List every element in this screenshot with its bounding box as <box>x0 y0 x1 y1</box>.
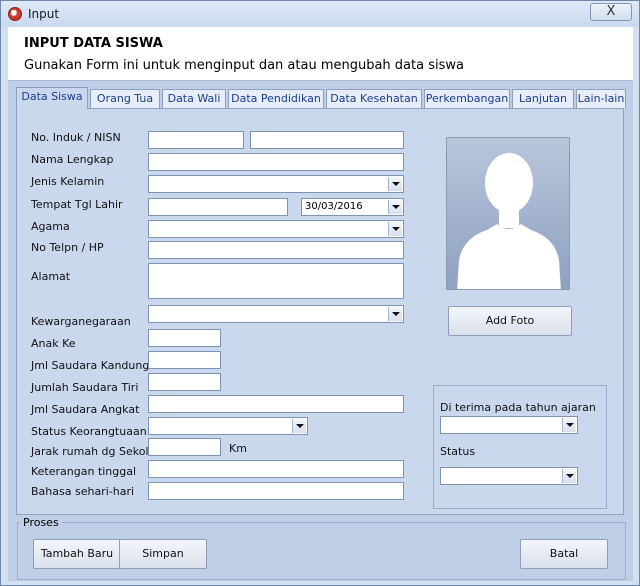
tab-perkembangan[interactable]: Perkembangan <box>424 89 510 108</box>
add-photo-button[interactable]: Add Foto <box>448 306 572 336</box>
chevron-down-icon[interactable] <box>388 307 402 321</box>
proses-label: Proses <box>20 516 62 529</box>
alamat-textarea[interactable] <box>148 263 404 299</box>
label-telp: No Telpn / HP <box>31 241 104 254</box>
saudara-tiri-field[interactable] <box>148 373 221 391</box>
tab-lain-lain[interactable]: Lain-lain <box>576 89 626 108</box>
tab-lanjutan[interactable]: Lanjutan <box>512 89 574 108</box>
chevron-down-icon[interactable] <box>388 222 402 236</box>
label-nisn: No. Induk / NISN <box>31 131 121 144</box>
tab-orang-tua[interactable]: Orang Tua <box>90 89 160 108</box>
tab-data-siswa[interactable]: Data Siswa <box>16 87 88 109</box>
label-tahun-ajaran: Di terima pada tahun ajaran <box>440 401 596 414</box>
window-title: Input <box>28 7 60 21</box>
nisn-field[interactable] <box>250 131 404 149</box>
tab-data-wali[interactable]: Data Wali <box>162 89 226 108</box>
tempat-lahir-field[interactable] <box>148 198 288 216</box>
jenis-kelamin-select[interactable] <box>148 175 404 193</box>
close-button[interactable]: X <box>590 3 632 21</box>
anak-ke-field[interactable] <box>148 329 221 347</box>
label-saudara-tiri: Jumlah Saudara Tiri <box>31 381 139 394</box>
status-select[interactable] <box>440 467 578 485</box>
label-alamat: Alamat <box>31 270 71 283</box>
label-jenis-kelamin: Jenis Kelamin <box>31 175 105 188</box>
simpan-button[interactable]: Simpan <box>119 539 207 569</box>
label-bahasa: Bahasa sehari-hari <box>31 485 135 498</box>
tambah-baru-button[interactable]: Tambah Baru <box>33 539 121 569</box>
page-title: INPUT DATA SISWA <box>24 36 163 51</box>
telp-field[interactable] <box>148 241 404 259</box>
chevron-down-icon[interactable] <box>562 469 576 483</box>
app-icon <box>8 7 22 21</box>
student-photo <box>446 137 570 290</box>
nama-field[interactable] <box>148 153 404 171</box>
tab-data-kesehatan[interactable]: Data Kesehatan <box>326 89 422 108</box>
nisn-induk-field[interactable] <box>148 131 244 149</box>
label-anak-ke: Anak Ke <box>31 337 76 350</box>
page-subtitle: Gunakan Form ini untuk menginput dan ata… <box>24 58 464 73</box>
title-bar: Input X <box>1 1 639 27</box>
tanggal-lahir-value: 30/03/2016 <box>305 201 363 212</box>
label-ttl: Tempat Tgl Lahir <box>31 198 123 211</box>
label-keterangan: Keterangan tinggal <box>31 465 137 478</box>
saudara-kandung-field[interactable] <box>148 351 221 369</box>
form-body: INPUT DATA SISWA Gunakan Form ini untuk … <box>8 27 633 581</box>
keterangan-field[interactable] <box>148 460 404 478</box>
label-agama: Agama <box>31 220 70 233</box>
chevron-down-icon[interactable] <box>292 419 306 433</box>
jarak-unit-label: Km <box>229 442 247 455</box>
tahun-ajaran-select[interactable] <box>440 416 578 434</box>
chevron-down-icon[interactable] <box>388 177 402 191</box>
tanggal-lahir-picker[interactable]: 30/03/2016 <box>301 198 404 216</box>
person-silhouette-icon <box>457 153 561 289</box>
status-keorangtuaan-select[interactable] <box>148 417 308 435</box>
bahasa-field[interactable] <box>148 482 404 500</box>
form-header: INPUT DATA SISWA Gunakan Form ini untuk … <box>8 27 633 81</box>
label-saudara-angkat: Jml Saudara Angkat <box>31 403 140 416</box>
label-nama: Nama Lengkap <box>31 153 114 166</box>
label-status-keorangtuaan: Status Keorangtuaan <box>31 425 147 438</box>
saudara-angkat-field[interactable] <box>148 395 404 413</box>
jarak-field[interactable] <box>148 438 221 456</box>
agama-select[interactable] <box>148 220 404 238</box>
label-saudara-kandung: Jml Saudara Kandung <box>31 359 150 372</box>
chevron-down-icon[interactable] <box>562 418 576 432</box>
kewarganegaraan-select[interactable] <box>148 305 404 323</box>
tab-strip: Data Siswa Orang Tua Data Wali Data Pend… <box>16 87 626 109</box>
label-kewarganegaraan: Kewarganegaraan <box>31 315 131 328</box>
tab-data-pendidikan[interactable]: Data Pendidikan <box>228 89 324 108</box>
chevron-down-icon[interactable] <box>388 200 402 214</box>
label-jarak: Jarak rumah dg Sekolah <box>31 445 163 458</box>
label-status: Status <box>440 445 476 458</box>
input-window: Input X INPUT DATA SISWA Gunakan Form in… <box>0 0 640 586</box>
batal-button[interactable]: Batal <box>520 539 608 569</box>
